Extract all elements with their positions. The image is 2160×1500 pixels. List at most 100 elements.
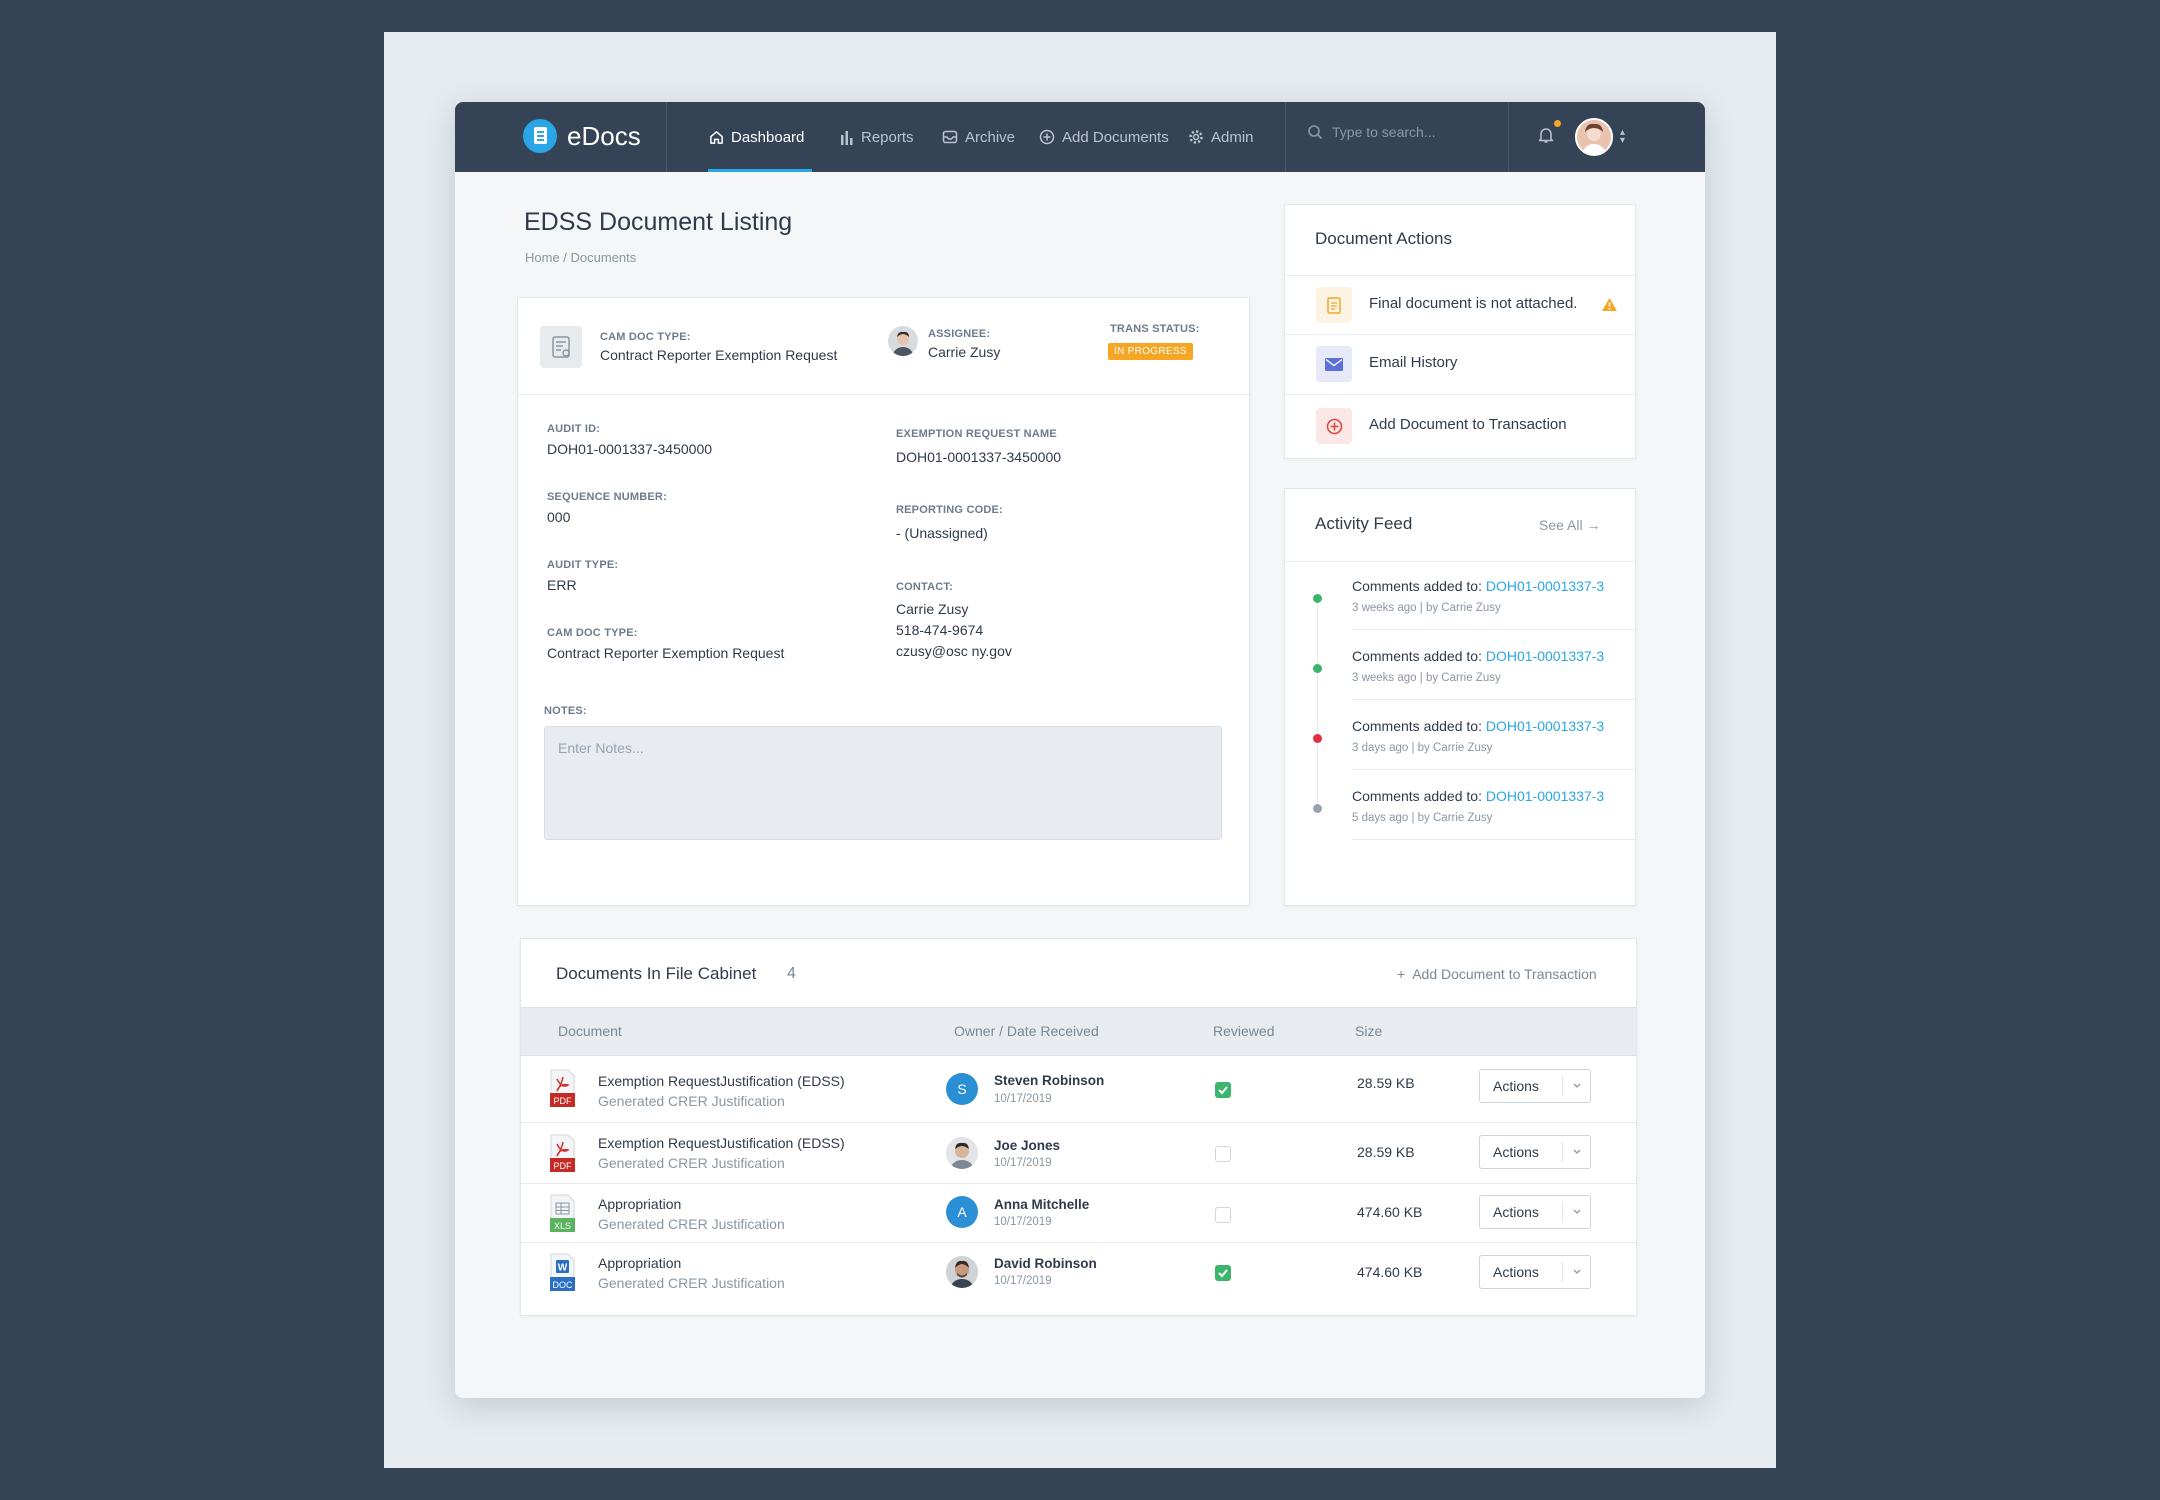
actions-dropdown[interactable]: Actions [1479, 1195, 1591, 1229]
exemption-request-name-value: DOH01-0001337-3450000 [896, 449, 1062, 465]
notification-badge [1554, 120, 1561, 127]
table-row[interactable]: W DOC Appropriation Generated CRER Justif… [521, 1243, 1636, 1305]
status-dot [1313, 664, 1322, 673]
audit-id-value: DOH01-0001337-3450000 [547, 441, 713, 457]
search-input[interactable]: Type to search... [1332, 124, 1436, 140]
document-icon [1316, 287, 1352, 323]
status-dot [1313, 804, 1322, 813]
feed-divider [1352, 629, 1637, 630]
reviewed-checkbox[interactable] [1215, 1082, 1231, 1098]
activity-link[interactable]: DOH01-0001337-3 [1486, 788, 1604, 804]
owner-name: Anna Mitchelle [994, 1197, 1090, 1212]
file-size: 28.59 KB [1357, 1144, 1415, 1160]
document-name[interactable]: Appropriation [598, 1255, 681, 1271]
contact-name: Carrie Zusy [896, 601, 969, 617]
sequence-number-label: SEQUENCE NUMBER: [547, 491, 667, 503]
nav-item-dashboard[interactable]: Dashboard [709, 102, 804, 172]
envelope-icon [1316, 346, 1352, 382]
breadcrumb[interactable]: Home / Documents [525, 250, 636, 265]
contact-email[interactable]: czusy@osc ny.gov [896, 643, 1012, 659]
app-logo[interactable]: eDocs [523, 119, 641, 153]
owner-name: Joe Jones [994, 1138, 1061, 1153]
doc-type-icon [540, 326, 582, 368]
owner-avatar [946, 1256, 978, 1288]
owner-avatar [946, 1137, 978, 1169]
svg-text:PDF: PDF [554, 1096, 573, 1106]
nav-item-reports[interactable]: Reports [840, 102, 914, 172]
chevron-down-icon [1573, 1209, 1581, 1214]
column-header-reviewed[interactable]: Reviewed [1213, 1023, 1274, 1039]
app-window: eDocs Dashboard Reports Archive Add Docu… [455, 102, 1705, 1398]
user-avatar[interactable] [1575, 118, 1613, 156]
audit-type-label: AUDIT TYPE: [547, 559, 619, 571]
plus-circle-icon [1316, 408, 1352, 444]
action-label: Add Document to Transaction [1369, 416, 1567, 433]
cam-doc-type-label: CAM DOC TYPE: [600, 331, 691, 343]
chevron-down-icon [1573, 1269, 1581, 1274]
chevron-down-icon [1573, 1149, 1581, 1154]
nav-label: Archive [965, 128, 1016, 146]
active-tab-indicator [708, 169, 812, 172]
owner-name: Steven Robinson [994, 1073, 1105, 1088]
card-divider [518, 394, 1251, 395]
nav-item-add-documents[interactable]: Add Documents [1039, 102, 1169, 172]
document-detail-card: CAM DOC TYPE: Contract Reporter Exemptio… [517, 297, 1251, 906]
action-label: Email History [1369, 354, 1458, 371]
reviewed-checkbox[interactable] [1215, 1265, 1231, 1281]
actions-dropdown[interactable]: Actions [1479, 1255, 1591, 1289]
account-menu-caret-icon[interactable]: ▴ ▾ [1620, 128, 1625, 146]
date-received: 10/17/2019 [994, 1157, 1052, 1169]
activity-link[interactable]: DOH01-0001337-3 [1486, 578, 1604, 594]
action-final-document[interactable]: Final document is not attached. [1285, 276, 1635, 334]
reviewed-checkbox[interactable] [1215, 1207, 1231, 1223]
table-row[interactable]: XLS Appropriation Generated CRER Justifi… [521, 1184, 1636, 1242]
cam-doc-type-label-2: CAM DOC TYPE: [547, 627, 638, 639]
nav-item-admin[interactable]: Admin [1188, 102, 1254, 172]
actions-dropdown[interactable]: Actions [1479, 1135, 1591, 1169]
column-header-size[interactable]: Size [1355, 1023, 1382, 1039]
table-row[interactable]: PDF Exemption RequestJustification (EDSS… [521, 1056, 1636, 1122]
feed-divider [1352, 839, 1637, 840]
page-title: EDSS Document Listing [524, 208, 793, 236]
app-name: eDocs [567, 120, 641, 151]
document-actions-card: Document Actions Final document is not a… [1284, 204, 1637, 459]
document-description: Generated CRER Justification [598, 1093, 785, 1109]
notes-label: NOTES: [544, 705, 587, 717]
card-divider [1285, 561, 1637, 562]
add-document-link[interactable]: + Add Document to Transaction [1397, 966, 1597, 982]
activity-link[interactable]: DOH01-0001337-3 [1486, 648, 1604, 664]
see-all-link[interactable]: See All → [1539, 517, 1600, 533]
document-name[interactable]: Exemption RequestJustification (EDSS) [598, 1073, 845, 1089]
search-box[interactable]: Type to search... [1307, 124, 1436, 140]
nav-item-archive[interactable]: Archive [942, 102, 1015, 172]
action-email-history[interactable]: Email History [1285, 335, 1635, 393]
sequence-number-value: 000 [547, 509, 571, 525]
table-row[interactable]: PDF Exemption RequestJustification (EDSS… [521, 1123, 1636, 1183]
column-header-owner[interactable]: Owner / Date Received [954, 1023, 1099, 1039]
nav-divider [1508, 102, 1509, 172]
action-add-document[interactable]: Add Document to Transaction [1285, 397, 1635, 455]
document-description: Generated CRER Justification [598, 1216, 785, 1232]
document-name[interactable]: Appropriation [598, 1196, 681, 1212]
plus-circle-icon [1039, 129, 1055, 145]
inbox-icon [942, 130, 958, 144]
bell-icon [1538, 128, 1554, 143]
action-label: Final document is not attached. [1369, 295, 1578, 312]
activity-link[interactable]: DOH01-0001337-3 [1486, 718, 1604, 734]
file-cabinet-title: Documents In File Cabinet [556, 964, 757, 983]
document-name[interactable]: Exemption RequestJustification (EDSS) [598, 1135, 845, 1151]
card-divider [1285, 394, 1637, 395]
notifications-button[interactable] [1538, 126, 1554, 149]
document-description: Generated CRER Justification [598, 1155, 785, 1171]
assignee-value: Carrie Zusy [928, 344, 1001, 360]
contact-phone: 518-474-9674 [896, 622, 984, 638]
actions-dropdown[interactable]: Actions [1479, 1069, 1591, 1103]
spreadsheet-file-icon: XLS [550, 1194, 575, 1232]
column-header-document[interactable]: Document [558, 1023, 622, 1039]
reviewed-checkbox[interactable] [1215, 1146, 1231, 1162]
file-size: 474.60 KB [1357, 1204, 1423, 1220]
chevron-down-icon [1573, 1083, 1581, 1088]
top-navbar: eDocs Dashboard Reports Archive Add Docu… [455, 102, 1705, 172]
bar-chart-icon [841, 130, 853, 145]
notes-textarea[interactable]: Enter Notes... [544, 726, 1222, 840]
